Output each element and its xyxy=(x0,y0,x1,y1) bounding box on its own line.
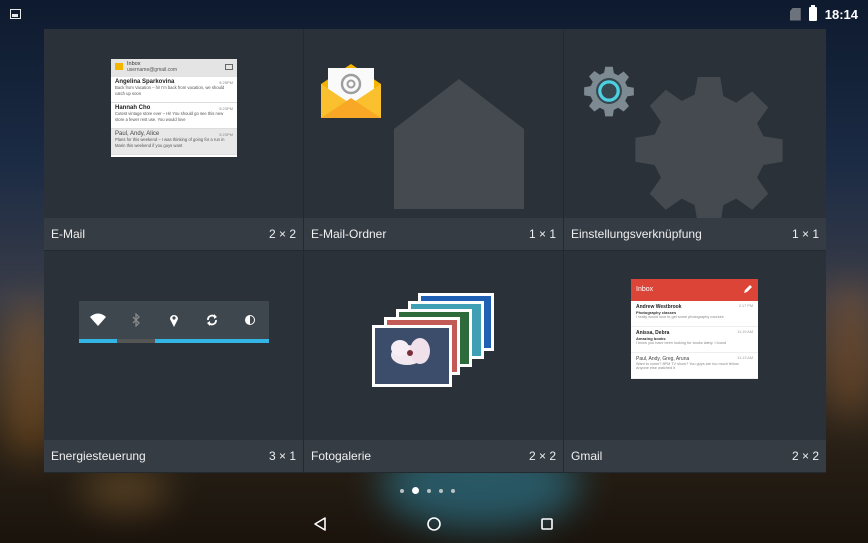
settings-gear-icon xyxy=(584,66,634,117)
widget-email-folder[interactable]: E-Mail-Ordner 1 × 1 xyxy=(304,29,564,251)
widget-preview: Inbox Andrew Westbrook 2:17 PM Photograp… xyxy=(564,251,826,441)
navigation-bar xyxy=(0,506,868,543)
widget-label-bar: E-Mail-Ordner 1 × 1 xyxy=(304,218,563,250)
widget-size: 1 × 1 xyxy=(528,227,556,241)
widget-gmail[interactable]: Inbox Andrew Westbrook 2:17 PM Photograp… xyxy=(564,251,826,473)
back-icon xyxy=(314,517,326,531)
gallery-notification-icon xyxy=(10,9,21,19)
page-dot[interactable] xyxy=(427,488,431,493)
status-time: 18:14 xyxy=(824,6,858,22)
bluetooth-icon xyxy=(117,301,155,343)
envelope-icon xyxy=(115,63,123,70)
no-sim-icon xyxy=(790,8,801,21)
compose-icon xyxy=(225,64,233,70)
email-folder-icon xyxy=(321,64,381,118)
list-item: Hannah Cho 5:23PM Cutest vintage store e… xyxy=(111,103,237,129)
list-item: Paul, Andy, Alice 5:23PM Plans for this … xyxy=(111,129,237,155)
battery-full-icon xyxy=(808,5,817,21)
widget-email[interactable]: Inbox username@gmail.com Angelina Sparko… xyxy=(44,29,304,251)
widget-preview xyxy=(304,29,563,219)
widget-size: 3 × 1 xyxy=(268,449,296,463)
widget-size: 2 × 2 xyxy=(528,449,556,463)
widget-label-bar: Energiesteuerung 3 × 1 xyxy=(44,440,303,472)
widget-name: Energiesteuerung xyxy=(51,449,146,463)
widget-preview xyxy=(304,251,563,441)
widget-settings-shortcut[interactable]: Einstellungsverknüpfung 1 × 1 xyxy=(564,29,826,251)
widget-photo-gallery[interactable]: Fotogalerie 2 × 2 xyxy=(304,251,564,473)
widget-name: E-Mail xyxy=(51,227,86,241)
list-item: Anissa, Debra 11:19 AM Amazing books I k… xyxy=(631,327,758,353)
widget-name: Einstellungsverknüpfung xyxy=(571,227,702,241)
status-bar: 18:14 xyxy=(0,0,868,28)
page-dot[interactable] xyxy=(451,488,455,493)
recents-icon xyxy=(541,518,553,530)
power-control-preview xyxy=(79,301,269,347)
widget-name: Fotogalerie xyxy=(311,449,372,463)
widget-size: 2 × 2 xyxy=(791,449,819,463)
home-button[interactable] xyxy=(422,513,446,535)
list-item: Paul, Andy, Greg, Aruna 11:13 AM Want to… xyxy=(631,353,758,379)
widget-picker: Inbox username@gmail.com Angelina Sparko… xyxy=(44,29,826,473)
wifi-icon xyxy=(79,301,117,343)
widget-preview xyxy=(564,29,826,225)
widget-label-bar: Gmail 2 × 2 xyxy=(564,440,826,472)
email-widget-preview: Inbox username@gmail.com Angelina Sparko… xyxy=(111,59,237,157)
home-icon xyxy=(427,517,441,531)
brightness-icon xyxy=(231,301,269,343)
page-dot[interactable] xyxy=(400,488,404,493)
widget-label-bar: E-Mail 2 × 2 xyxy=(44,218,303,250)
widget-label-bar: Einstellungsverknüpfung 1 × 1 xyxy=(564,218,826,250)
photo-gallery-icon xyxy=(372,293,494,387)
page-dot-active[interactable] xyxy=(412,487,419,494)
page-indicator xyxy=(400,487,455,494)
widget-name: E-Mail-Ordner xyxy=(311,227,387,241)
gmail-widget-preview: Inbox Andrew Westbrook 2:17 PM Photograp… xyxy=(631,279,758,379)
widget-size: 1 × 1 xyxy=(791,227,819,241)
widget-size: 2 × 2 xyxy=(268,227,296,241)
sync-icon xyxy=(193,301,231,343)
widget-label-bar: Fotogalerie 2 × 2 xyxy=(304,440,563,472)
widget-preview xyxy=(44,251,303,441)
back-button[interactable] xyxy=(308,513,332,535)
recents-button[interactable] xyxy=(535,513,559,535)
envelope-ghost-icon xyxy=(394,79,524,209)
list-item: Angelina Sparkovina 5:25PM Back from Vac… xyxy=(111,77,237,103)
widget-preview: Inbox username@gmail.com Angelina Sparko… xyxy=(44,29,303,219)
widget-power-control[interactable]: Energiesteuerung 3 × 1 xyxy=(44,251,304,473)
location-icon xyxy=(155,301,193,343)
pencil-icon xyxy=(744,285,752,293)
list-item: Andrew Westbrook 2:17 PM Photography cla… xyxy=(631,301,758,327)
gear-ghost-icon xyxy=(635,77,783,225)
widget-name: Gmail xyxy=(571,449,603,463)
page-dot[interactable] xyxy=(439,488,443,493)
